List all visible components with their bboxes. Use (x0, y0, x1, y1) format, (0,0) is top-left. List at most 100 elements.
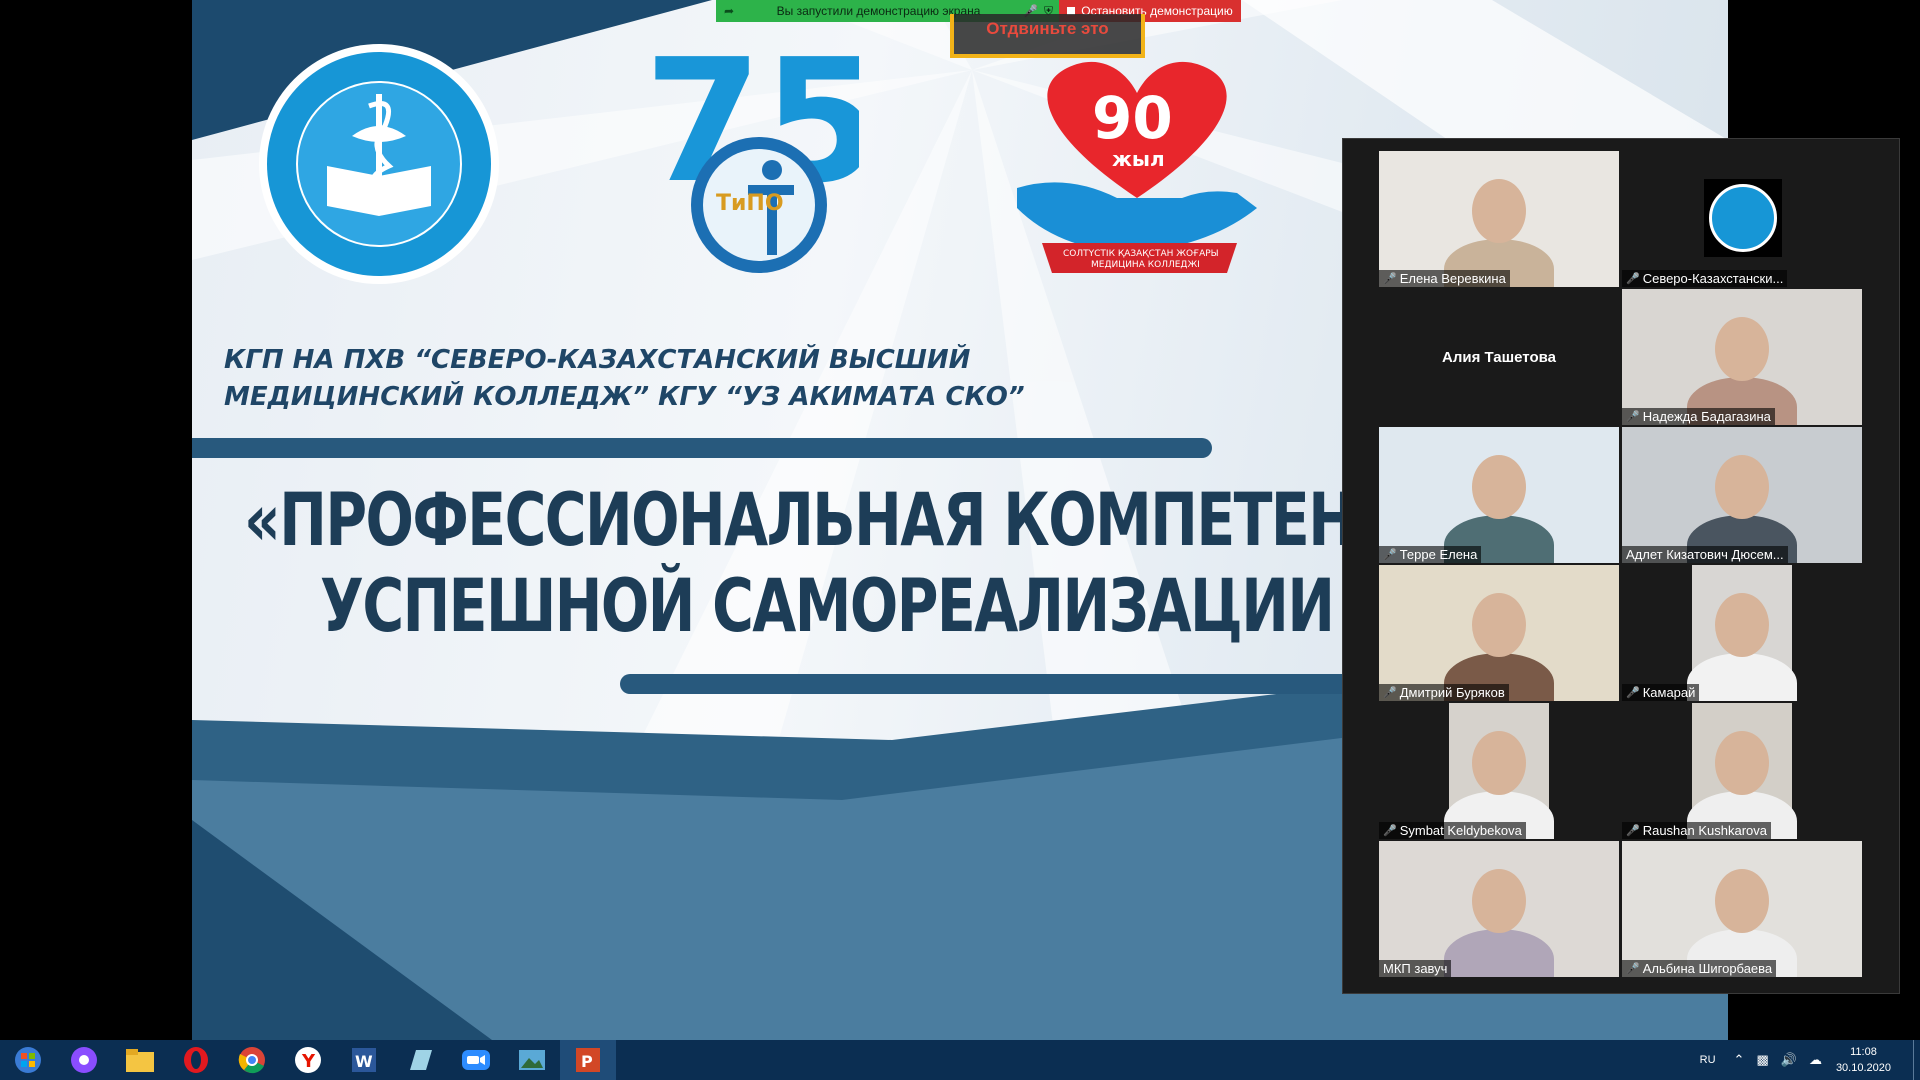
participant-name: Северо-Казахстански... (1642, 271, 1784, 286)
participant-name-label: 🎤 Надежда Бадагазина (1622, 408, 1775, 425)
alice-button[interactable] (56, 1040, 112, 1080)
participant-tile[interactable]: 🎤 Raushan Kushkarova (1622, 703, 1862, 839)
svg-text:Y: Y (301, 1051, 316, 1072)
participant-name-label: 🎤 Дмитрий Буряков (1379, 684, 1509, 701)
muted-mic-icon: 🎤 (1626, 273, 1640, 285)
participant-tile[interactable]: 🎤 Северо-Казахстански... (1622, 151, 1862, 287)
yandex-browser-button[interactable]: Y (280, 1040, 336, 1080)
powerpoint-button[interactable]: P (560, 1040, 616, 1080)
participant-name-label: 🎤 Терре Елена (1379, 546, 1482, 563)
participant-tile[interactable]: 🎤 Камарай (1622, 565, 1862, 701)
unmute-tooltip: Отдвиньте это (950, 14, 1145, 58)
participant-name-center: Алия Ташетова (1442, 348, 1556, 366)
anniversary-90-logo: 90 жыл СОЛТҮСТІК ҚАЗАҚСТАН ЖОҒАРЫ МЕДИЦИ… (1017, 61, 1257, 273)
language-indicator[interactable]: RU (1700, 1054, 1716, 1066)
participant-name: Альбина Шигорбаева (1642, 961, 1773, 976)
participant-body (1444, 929, 1554, 977)
powerpoint-icon: P (576, 1048, 600, 1072)
participant-tile[interactable]: 🎤 Альбина Шигорбаева (1622, 841, 1862, 977)
show-desktop-button[interactable] (1913, 1040, 1920, 1080)
muted-mic-icon: 🎤 (1626, 411, 1640, 423)
participant-name-label: МКП завуч (1379, 960, 1452, 977)
logo-ribbon-text: СОЛТҮСТІК ҚАЗАҚСТАН ЖОҒАРЫ (1063, 249, 1219, 259)
word-button[interactable]: W (336, 1040, 392, 1080)
word-icon: W (352, 1048, 376, 1072)
clock-time: 11:08 (1850, 1046, 1877, 1058)
participant-tile[interactable]: 🎤 Надежда Бадагазина (1622, 289, 1862, 425)
muted-mic-icon: 🎤 (1626, 825, 1640, 837)
participant-video (1622, 289, 1862, 425)
participant-video (1379, 841, 1619, 977)
college-logo (259, 44, 499, 284)
photos-button[interactable] (504, 1040, 560, 1080)
alice-icon (71, 1047, 97, 1073)
zoom-icon (462, 1050, 490, 1070)
participant-name: Камарай (1642, 685, 1696, 700)
participant-video (1379, 565, 1619, 701)
opera-icon (184, 1047, 208, 1073)
muted-mic-icon: 🎤 (1383, 825, 1397, 837)
opera-button[interactable] (168, 1040, 224, 1080)
participant-name: МКП завуч (1383, 961, 1448, 976)
start-button[interactable] (0, 1040, 56, 1080)
participant-name: Терре Елена (1399, 547, 1478, 562)
chrome-button[interactable] (224, 1040, 280, 1080)
file-explorer-button[interactable] (112, 1040, 168, 1080)
clock[interactable]: 11:08 30.10.2020 (1836, 1044, 1891, 1076)
participant-name-label: 🎤 Елена Веревкина (1379, 270, 1510, 287)
participant-video (1687, 565, 1797, 701)
windows-logo-icon (15, 1047, 41, 1073)
participant-name: Надежда Бадагазина (1642, 409, 1771, 424)
share-arrow-icon: ➦ (724, 4, 735, 18)
college-avatar (1704, 179, 1782, 257)
network-icon[interactable]: ▩ (1756, 1052, 1768, 1068)
participant-video (1379, 427, 1619, 563)
participant-video (1622, 841, 1862, 977)
muted-mic-icon: 🎤 (1383, 687, 1397, 699)
participant-tile[interactable]: Алия Ташетова (1379, 289, 1619, 425)
logo-90-number: 90 (1092, 84, 1173, 152)
yandex-icon: Y (295, 1047, 321, 1073)
participant-silhouette (1715, 731, 1769, 795)
zoom-button[interactable] (448, 1040, 504, 1080)
participant-tile[interactable]: Адлет Кизатович Дюсем... (1622, 427, 1862, 563)
participant-name-label: 🎤 Альбина Шигорбаева (1622, 960, 1777, 977)
svg-text:W: W (355, 1052, 373, 1071)
participant-silhouette (1715, 593, 1769, 657)
svg-text:МЕДИЦИНА КОЛЛЕДЖІ: МЕДИЦИНА КОЛЛЕДЖІ (1091, 260, 1200, 270)
participant-tile[interactable]: 🎤 Терре Елена (1379, 427, 1619, 563)
folder-icon (126, 1049, 154, 1072)
participant-silhouette (1472, 455, 1526, 519)
participant-silhouette (1472, 731, 1526, 795)
muted-mic-icon: 🎤 (1383, 549, 1397, 561)
participant-name-label: Адлет Кизатович Дюсем... (1622, 546, 1788, 563)
participant-name-label: 🎤 Symbat Keldybekova (1379, 822, 1526, 839)
participant-tile[interactable]: 🎤 Елена Веревкина (1379, 151, 1619, 287)
notes-icon (410, 1050, 432, 1070)
muted-mic-icon: 🎤 (1383, 273, 1397, 285)
muted-mic-icon: 🎤 (1626, 963, 1640, 975)
participant-tile[interactable]: МКП завуч (1379, 841, 1619, 977)
photos-icon (519, 1050, 545, 1070)
cloud-icon[interactable]: ☁ (1809, 1052, 1822, 1068)
video-gallery: 🎤 Елена Веревкина 🎤 Северо-Казахстански... А… (1342, 138, 1900, 994)
participant-video (1622, 427, 1862, 563)
anniversary-75-logo: 75 ТиПО (644, 50, 859, 273)
participant-name: Дмитрий Буряков (1399, 685, 1505, 700)
participant-name: Raushan Kushkarova (1642, 823, 1768, 838)
participant-tile[interactable]: 🎤 Дмитрий Буряков (1379, 565, 1619, 701)
org-line-2: МЕДИЦИНСКИЙ КОЛЛЕДЖ” КГУ “УЗ АКИМАТА СКО… (224, 382, 1025, 412)
participant-name: Елена Веревкина (1399, 271, 1506, 286)
notes-button[interactable] (392, 1040, 448, 1080)
participant-tile[interactable]: 🎤 Symbat Keldybekova (1379, 703, 1619, 839)
logo-tipo-text: ТиПО (716, 191, 784, 216)
divider-bar-top (192, 438, 1212, 458)
volume-icon[interactable]: 🔊 (1781, 1052, 1797, 1068)
chevron-up-icon[interactable]: ⌃ (1734, 1052, 1745, 1068)
participant-silhouette (1715, 869, 1769, 933)
participant-name-label: 🎤 Северо-Казахстански... (1622, 270, 1788, 287)
participant-video (1444, 703, 1554, 839)
participant-silhouette (1715, 317, 1769, 381)
svg-text:P: P (581, 1052, 593, 1071)
participant-name-label: 🎤 Raushan Kushkarova (1622, 822, 1772, 839)
